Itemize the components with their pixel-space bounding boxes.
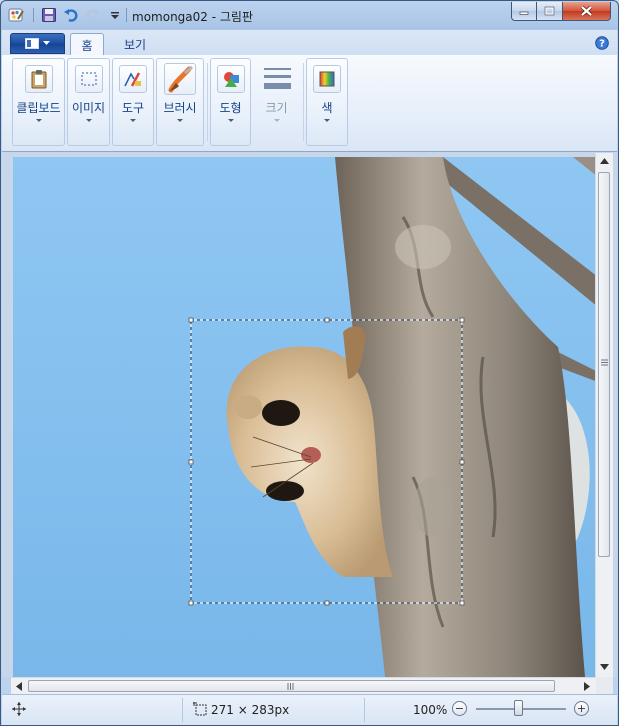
shapes-group[interactable]: 도형 [210,58,251,146]
close-icon [580,5,593,17]
zoom-level: 100% [413,703,448,717]
maximize-icon [544,6,555,16]
selection-size: 271 × 283px [211,703,290,717]
shapes-icon [216,65,245,93]
vertical-scrollbar[interactable] [595,153,613,677]
canvas-image[interactable] [13,157,598,677]
colors-group[interactable]: 색 [306,58,348,146]
svg-text:?: ? [599,39,605,50]
canvas-area[interactable] [2,152,617,677]
chevron-down-icon [177,119,183,122]
tab-view[interactable]: 보기 [114,33,156,55]
title-bar[interactable]: momonga02 - 그림판 [1,1,618,30]
tab-home[interactable]: 홈 [70,33,104,56]
zoom-out-button[interactable]: − [452,701,467,716]
ribbon: 클립보드 이미지 도구 브러시 도형 크기 색 [2,55,617,152]
customize-dropdown-icon[interactable] [107,7,123,23]
status-separator [182,698,183,722]
squirrel-eye [262,400,300,426]
status-separator [364,698,365,722]
shapes-label: 도형 [219,101,242,115]
paint-app-icon[interactable] [8,7,24,23]
tools-icon [119,65,147,93]
size-icon [263,65,291,93]
selection-size-icon [193,702,207,716]
zoom-slider[interactable] [514,700,523,716]
qat-separator [126,8,127,22]
brushes-group[interactable]: 브러시 [156,58,204,146]
minimize-icon [519,11,529,15]
tools-label: 도구 [121,101,145,115]
clipboard-group[interactable]: 클립보드 [12,58,65,146]
qat-separator [33,8,34,22]
bark-texture [413,477,453,537]
close-button[interactable] [563,2,611,21]
chevron-down-icon [43,41,50,45]
chevron-down-icon [130,119,136,122]
horizontal-scrollbar[interactable] [11,677,596,695]
help-icon[interactable]: ? [595,36,609,50]
clipboard-label: 클립보드 [16,101,61,115]
scroll-left-icon[interactable] [16,682,22,691]
undo-icon[interactable] [63,7,79,23]
ribbon-separator [303,63,304,141]
status-bar: 271 × 283px 100% − + [2,694,617,725]
size-group: 크기 [253,58,300,146]
redo-icon[interactable] [85,7,101,23]
ribbon-separator [207,63,208,141]
minus-icon: − [454,702,465,715]
chevron-down-icon [35,119,42,122]
brush-icon [164,63,196,95]
scroll-right-icon[interactable] [584,682,590,691]
squirrel-ear [234,395,262,419]
tools-group[interactable]: 도구 [112,58,154,146]
chevron-down-icon [324,119,330,122]
cursor-position-icon [12,702,26,716]
plus-icon: + [576,702,587,715]
chevron-down-icon [85,119,92,122]
zoom-in-button[interactable]: + [574,701,589,716]
grip-icon [601,359,608,366]
app-menu-icon [25,38,39,49]
scrollbar-corner [596,677,613,694]
scroll-up-icon[interactable] [600,158,609,164]
bark-texture [395,225,451,269]
size-label: 크기 [265,101,288,115]
app-menu-button[interactable] [10,33,65,54]
select-icon [74,65,103,93]
chevron-down-icon [273,119,280,122]
image-label: 이미지 [71,101,106,115]
paint-window: momonga02 - 그림판 홈 보기 ? 클립보드 이미지 도구 브러시 도… [0,0,619,726]
image-group[interactable]: 이미지 [67,58,110,146]
window-title: momonga02 - 그림판 [132,10,253,24]
horizontal-scroll-thumb[interactable] [28,680,555,692]
maximize-button[interactable] [537,2,563,21]
minimize-button[interactable] [511,2,537,21]
scroll-down-icon[interactable] [600,664,609,670]
chevron-down-icon [227,119,234,122]
vertical-scroll-thumb[interactable] [598,172,610,557]
grip-icon [287,683,294,690]
ribbon-tab-row: 홈 보기 ? [2,30,617,56]
colors-label: 색 [321,101,333,115]
clipboard-icon [24,65,53,93]
brushes-label: 브러시 [163,101,197,115]
colors-icon [313,65,341,93]
save-icon[interactable] [41,7,57,23]
